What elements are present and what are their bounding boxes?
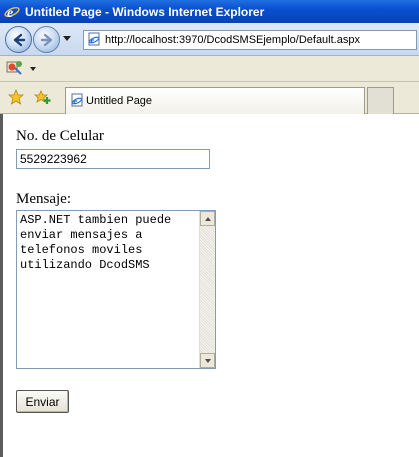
add-favorites-icon[interactable] <box>33 89 52 109</box>
message-value: ASP.NET tambien puede enviar mensajes a … <box>20 213 172 272</box>
page-icon: e <box>70 93 84 110</box>
tab-label: Untitled Page <box>86 95 153 107</box>
forward-arrow-icon <box>40 33 52 46</box>
scroll-down-button[interactable] <box>200 353 215 368</box>
svg-text:e: e <box>7 6 13 20</box>
tab-bar: e Untitled Page <box>0 82 419 114</box>
address-bar[interactable]: e http://localhost:3970/DcodSMSEjemplo/D… <box>83 30 417 50</box>
tab-untitled-page[interactable]: e Untitled Page <box>65 87 365 114</box>
chevron-up-icon <box>204 216 211 221</box>
phone-label: No. de Celular <box>16 128 104 144</box>
svg-text:e: e <box>74 97 78 106</box>
recent-pages-dropdown[interactable] <box>63 36 71 41</box>
window-title: Untitled Page - Windows Internet Explore… <box>25 4 265 19</box>
textarea-scrollbar[interactable] <box>199 211 215 368</box>
phone-value: 5529223962 <box>20 152 87 166</box>
feeds-icon[interactable] <box>6 59 24 79</box>
chevron-down-icon <box>204 358 211 363</box>
send-button[interactable]: Enviar <box>16 390 69 413</box>
favorites-star-icon[interactable] <box>7 88 25 109</box>
title-bar: e Untitled Page - Windows Internet Explo… <box>0 0 419 23</box>
message-label: Mensaje: <box>16 191 71 207</box>
command-bar <box>0 56 419 82</box>
back-arrow-icon <box>13 33 25 46</box>
page-content: No. de Celular 5529223962 Mensaje: ASP.N… <box>0 114 419 457</box>
forward-button[interactable] <box>33 26 60 53</box>
message-textarea[interactable]: ASP.NET tambien puede enviar mensajes a … <box>16 210 216 369</box>
back-button[interactable] <box>5 26 32 53</box>
scroll-up-button[interactable] <box>200 211 215 226</box>
svg-text:e: e <box>91 36 95 45</box>
page-icon: e <box>87 32 101 49</box>
new-tab-button[interactable] <box>367 87 394 114</box>
navigation-bar: e http://localhost:3970/DcodSMSEjemplo/D… <box>0 23 419 56</box>
phone-input[interactable]: 5529223962 <box>16 149 210 169</box>
address-url: http://localhost:3970/DcodSMSEjemplo/Def… <box>105 34 360 46</box>
feeds-dropdown[interactable] <box>30 66 36 71</box>
ie-logo-icon: e <box>4 4 20 20</box>
